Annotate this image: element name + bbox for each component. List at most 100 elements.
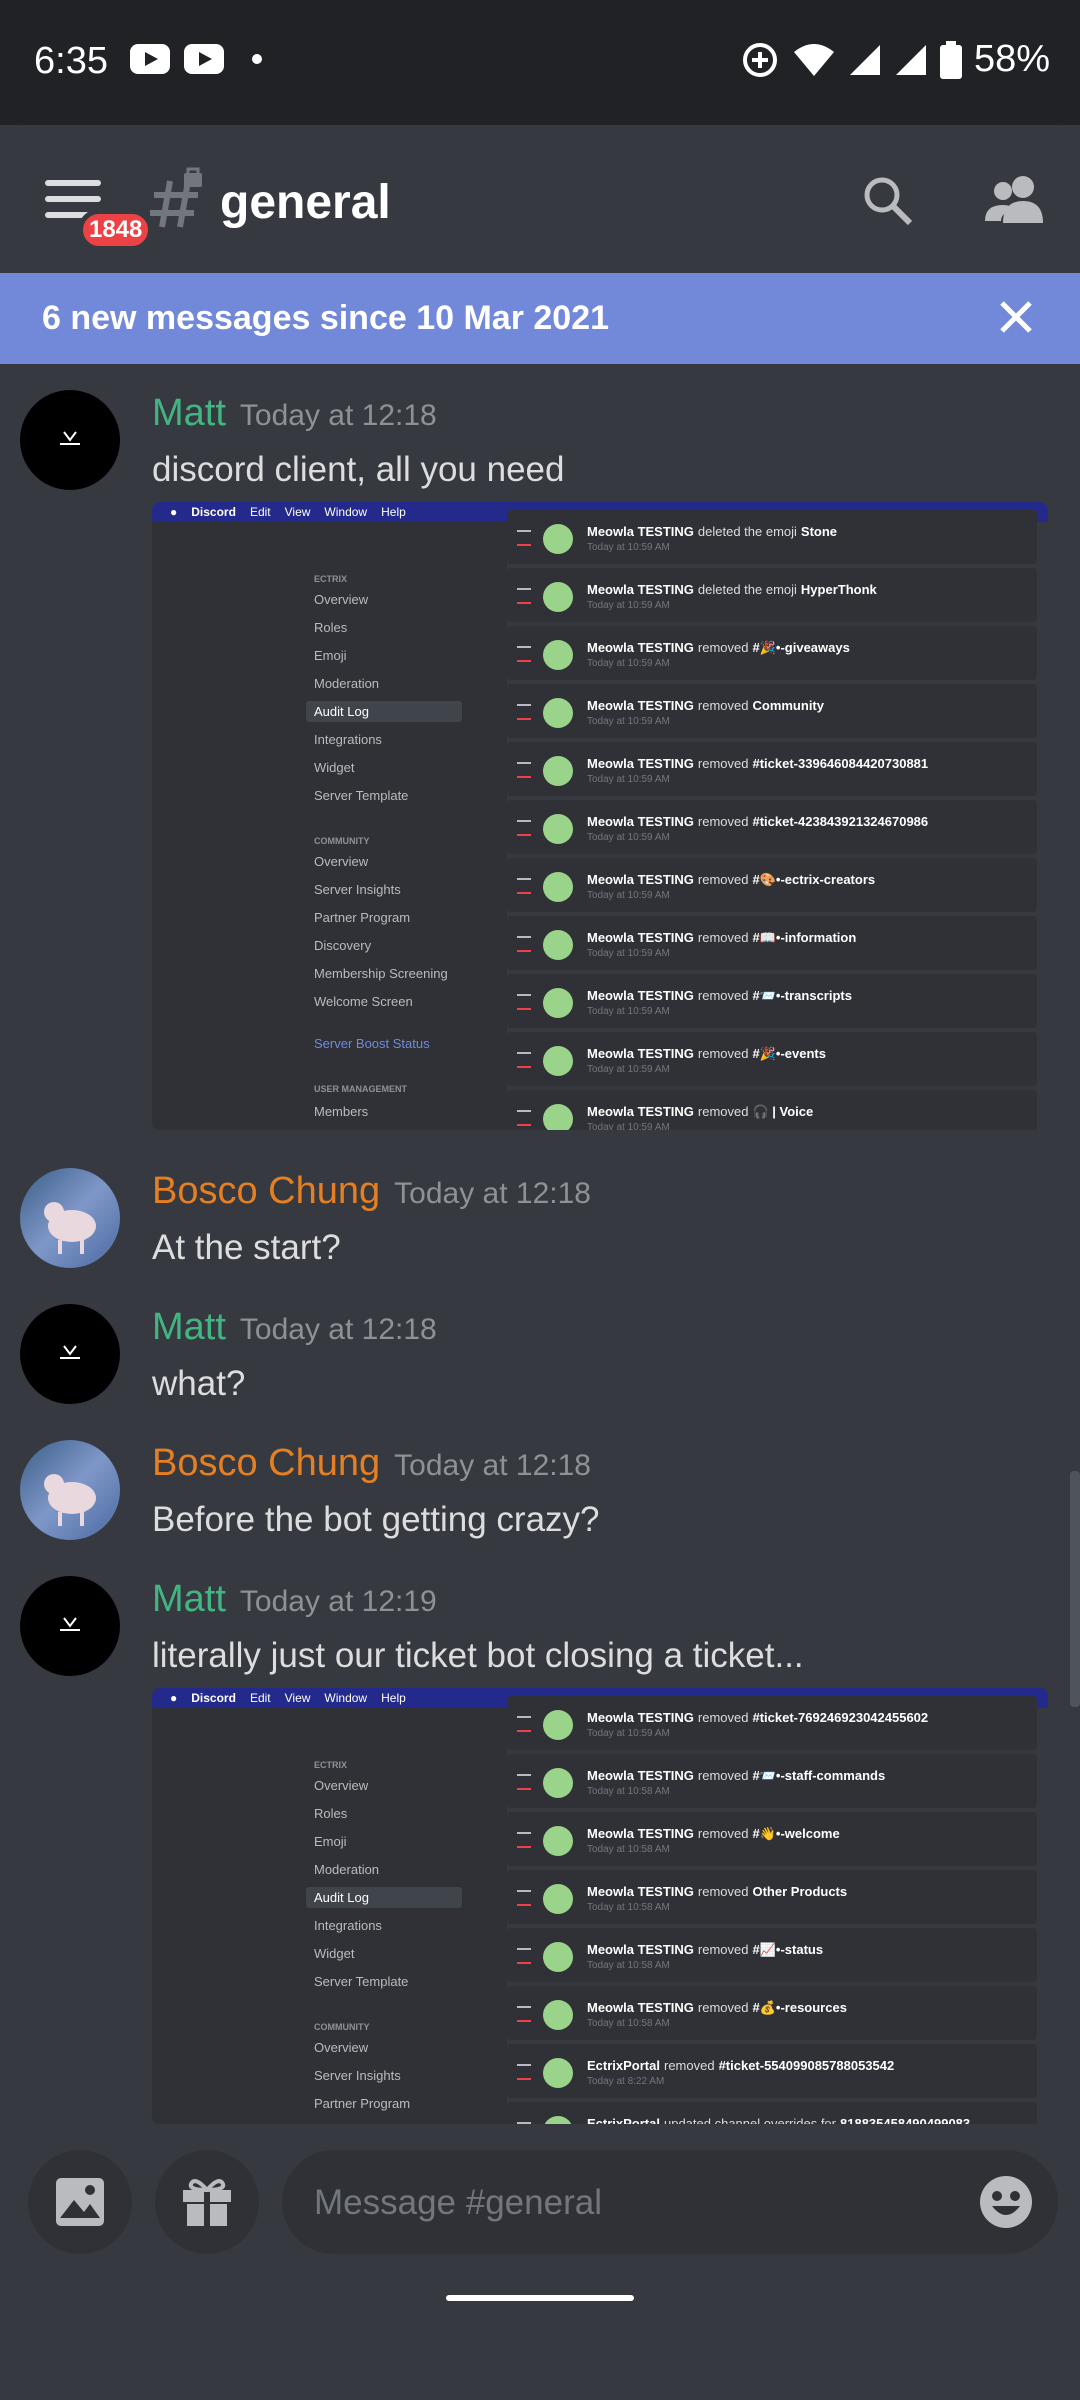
sidebar-item: Emoji xyxy=(314,648,347,663)
audit-action: removed xyxy=(697,988,749,1003)
members-icon[interactable] xyxy=(985,173,1043,225)
audit-action: removed xyxy=(697,1826,749,1841)
channel-header: 1848 general xyxy=(0,125,1080,273)
scrollbar[interactable] xyxy=(1070,1471,1080,1707)
image-icon xyxy=(56,2178,104,2226)
sidebar-item-boost: Server Boost Status xyxy=(314,1036,430,1051)
audit-log-text: Meowla TESTING removed #🎨•-ectrix-creators xyxy=(587,872,875,888)
audit-log-entry: EctrixPortal updated channel overrides fo… xyxy=(507,2102,1037,2124)
audit-time: Today at 10:59 AM xyxy=(587,600,670,611)
apple-icon: ● xyxy=(170,505,178,519)
message-input[interactable]: Message #general xyxy=(282,2150,1058,2254)
search-icon[interactable] xyxy=(862,175,914,227)
audit-log-text: Meowla TESTING removed #🎉•-events xyxy=(587,1046,826,1062)
menu-item: View xyxy=(284,1691,311,1705)
locked-hash-icon xyxy=(150,167,202,228)
sidebar-item: Server Insights xyxy=(314,2068,401,2083)
audit-user: Meowla TESTING xyxy=(587,1942,694,1957)
audit-user-avatar xyxy=(543,2058,573,2088)
message-timestamp: Today at 12:18 xyxy=(394,1177,591,1210)
menu-item: Discord xyxy=(191,1691,236,1705)
audit-user: Meowla TESTING xyxy=(587,2000,694,2015)
sidebar-item: Overview xyxy=(314,2040,369,2055)
sidebar-item: Partner Program xyxy=(314,2096,411,2111)
notification-badge: 1848 xyxy=(78,209,154,251)
audit-action: removed xyxy=(697,872,749,887)
audit-action-icon xyxy=(517,994,531,1010)
message-content: literally just our ticket bot closing a … xyxy=(152,1636,804,1675)
avatar[interactable] xyxy=(20,1168,120,1268)
audit-action: removed xyxy=(697,930,749,945)
audit-user: Meowla TESTING xyxy=(587,1046,694,1061)
sidebar-section: COMMUNITY xyxy=(314,836,370,846)
audit-action: removed xyxy=(697,698,749,713)
audit-user-avatar xyxy=(543,1710,573,1740)
author-name[interactable]: Matt xyxy=(152,1306,226,1348)
message-timestamp: Today at 12:18 xyxy=(239,399,437,432)
author-name[interactable]: Matt xyxy=(152,392,226,434)
audit-action: updated channel overrides for xyxy=(663,2116,836,2124)
audit-user-avatar xyxy=(543,930,573,960)
sidebar-item: Integrations xyxy=(314,1918,382,1933)
settings-sidebar: ECTRIX Overview Roles Emoji Moderation A… xyxy=(152,522,477,1130)
audit-action: removed xyxy=(697,1942,749,1957)
audit-user-avatar xyxy=(543,756,573,786)
audit-log-entry: Meowla TESTING removed #ticket-33964608442… xyxy=(507,742,1037,796)
audit-log-text: Meowla TESTING removed #📨•-transcripts xyxy=(587,988,852,1004)
author-name[interactable]: Bosco Chung xyxy=(152,1170,380,1212)
audit-user-avatar xyxy=(543,1768,573,1798)
audit-user: Meowla TESTING xyxy=(587,524,694,539)
audit-user: Meowla TESTING xyxy=(587,988,694,1003)
wifi-icon xyxy=(793,43,834,76)
author-name[interactable]: Bosco Chung xyxy=(152,1442,380,1484)
sidebar-item: Server Template xyxy=(314,788,409,803)
audit-user-avatar xyxy=(543,872,573,902)
sidebar-item: Roles xyxy=(314,620,348,635)
sidebar-item: Integrations xyxy=(314,732,382,747)
close-icon[interactable] xyxy=(996,297,1036,337)
message-timestamp: Today at 12:18 xyxy=(239,1313,437,1346)
avatar[interactable] xyxy=(20,1304,120,1404)
avatar[interactable] xyxy=(20,1576,120,1676)
audit-action-icon xyxy=(517,878,531,894)
attach-image-button[interactable] xyxy=(28,2150,132,2254)
audit-action: removed xyxy=(697,1046,749,1061)
avatar[interactable] xyxy=(20,1440,120,1540)
audit-user-avatar xyxy=(543,1942,573,1972)
audit-time: Today at 10:58 AM xyxy=(587,2018,670,2029)
emoji-icon[interactable] xyxy=(978,2174,1034,2230)
audit-log-entry: Meowla TESTING removed #👋•-welcome Today at… xyxy=(507,1812,1037,1866)
image-attachment[interactable]: ● Discord Edit View Window Help ECTRIX O… xyxy=(152,502,1048,1130)
audit-user: Meowla TESTING xyxy=(587,1768,694,1783)
channel-title: general xyxy=(220,176,391,229)
audit-action: removed xyxy=(697,2000,749,2015)
audit-target: #📨•-transcripts xyxy=(752,988,852,1003)
menu-item: Help xyxy=(381,1691,406,1705)
gift-button[interactable] xyxy=(155,2150,259,2254)
sidebar-item: Members xyxy=(314,1104,369,1119)
battery-icon xyxy=(939,40,962,79)
sidebar-item: Discovery xyxy=(314,938,372,953)
sidebar-item: Partner Program xyxy=(314,910,411,925)
sidebar-section: ECTRIX xyxy=(314,1760,348,1770)
audit-target: #💰•-resources xyxy=(752,2000,847,2015)
audit-target: #🎉•-events xyxy=(752,1046,826,1061)
home-indicator[interactable] xyxy=(446,2295,634,2301)
audit-action-icon xyxy=(517,762,531,778)
audit-log-text: Meowla TESTING removed #📈•-status xyxy=(587,1942,823,1958)
audit-target: #ticket-423843921324670986 xyxy=(752,814,929,829)
audit-user-avatar xyxy=(543,2000,573,2030)
audit-target: #ticket-339646084420730881 xyxy=(752,756,929,771)
audit-log-entry: Meowla TESTING removed #ticket-76924692304… xyxy=(507,1696,1037,1750)
audit-action-icon xyxy=(517,1832,531,1848)
new-messages-banner[interactable]: 6 new messages since 10 Mar 2021 xyxy=(0,273,1080,364)
audit-time: Today at 10:59 AM xyxy=(587,1122,670,1130)
author-name[interactable]: Matt xyxy=(152,1578,226,1620)
image-attachment[interactable]: ● Discord Edit View Window Help ECTRIX O… xyxy=(152,1688,1048,2124)
message-placeholder: Message #general xyxy=(314,2183,602,2222)
message-content: At the start? xyxy=(152,1228,341,1267)
audit-action: removed xyxy=(697,756,749,771)
avatar[interactable] xyxy=(20,390,120,490)
audit-action-icon xyxy=(517,1774,531,1790)
audit-action: removed xyxy=(697,1104,749,1119)
